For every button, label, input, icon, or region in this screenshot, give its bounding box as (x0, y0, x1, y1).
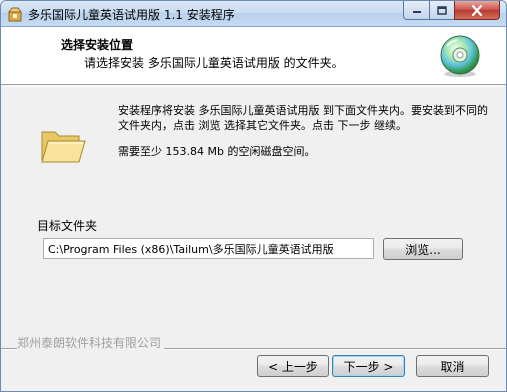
destination-folder-label: 目标文件夹 (37, 219, 98, 233)
minimize-button[interactable] (403, 1, 430, 20)
window-title: 多乐国际儿童英语试用版 1.1 安装程序 (28, 8, 235, 22)
company-label: 郑州泰朗软件科技有限公司 (17, 334, 165, 351)
maximize-button[interactable] (429, 1, 455, 20)
installer-window: 多乐国际儿童英语试用版 1.1 安装程序 选择安装位置 请选择安装 多乐国际儿童… (0, 0, 507, 392)
install-path-input[interactable] (43, 238, 374, 259)
minimize-icon (412, 11, 421, 13)
install-description: 安装程序将安装 多乐国际儿童英语试用版 到下面文件夹内。要安装到不同的文件夹内，… (118, 104, 488, 132)
browse-button[interactable]: 浏览... (383, 238, 463, 260)
header-divider (1, 86, 506, 87)
space-required-text: 需要至少 153.84 Mb 的空闲磁盘空间。 (118, 145, 316, 158)
close-icon (471, 4, 483, 16)
next-button[interactable]: 下一步 > (332, 355, 405, 377)
page-title: 选择安装位置 (61, 38, 134, 52)
cancel-button[interactable]: 取消 (416, 355, 489, 377)
cd-disc-icon (440, 35, 480, 77)
back-button[interactable]: < 上一步 (257, 355, 329, 377)
title-bar[interactable]: 多乐国际儿童英语试用版 1.1 安装程序 (1, 1, 506, 27)
folder-open-icon (41, 131, 86, 163)
installer-box-icon (8, 7, 22, 22)
maximize-icon (437, 5, 447, 15)
wizard-header: 选择安装位置 请选择安装 多乐国际儿童英语试用版 的文件夹。 (1, 27, 506, 85)
page-subtitle: 请选择安装 多乐国际儿童英语试用版 的文件夹。 (84, 56, 344, 70)
close-button[interactable] (454, 1, 500, 20)
